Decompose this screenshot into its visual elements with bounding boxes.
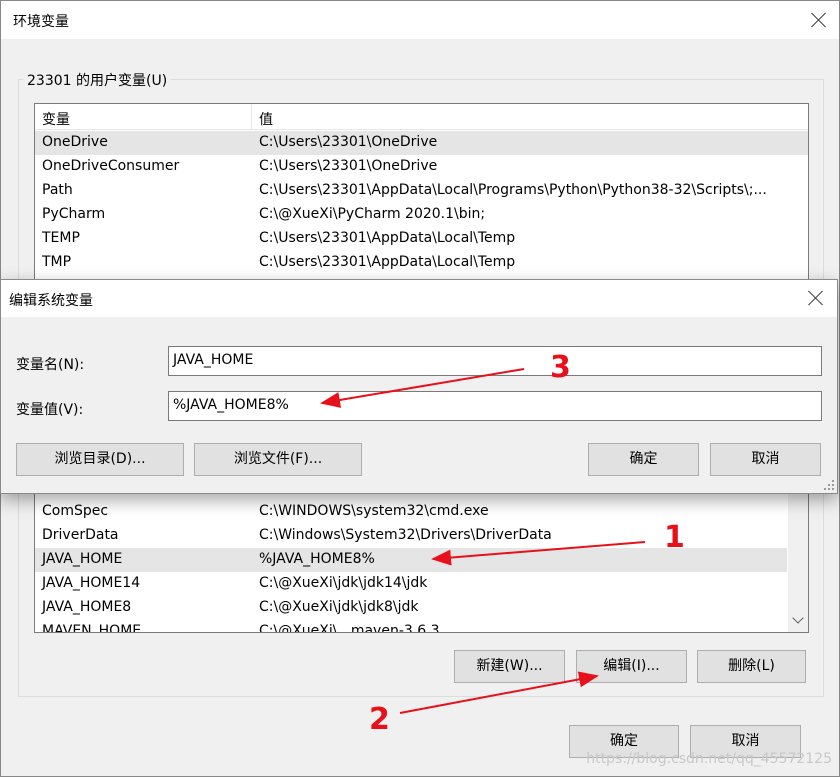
annotation-number-2: 2 [369,702,390,737]
row-name: DriverData [42,527,119,543]
edit-button[interactable]: 编辑(I)... [576,650,687,683]
row-value: C:\Windows\System32\Drivers\DriverData [259,527,552,543]
vertical-scrollbar[interactable] [788,472,808,632]
dialog-ok-button[interactable]: 确定 [588,443,699,476]
row-value: C:\@XueXi\PyCharm 2020.1\bin; [259,206,486,222]
table-row[interactable]: OneDrive C:\Users\23301\OneDrive [35,131,808,155]
row-value: C:\Users\23301\AppData\Local\Temp [259,230,516,246]
edit-system-variable-dialog: 编辑系统变量 变量名(N): JAVA_HOME 变量值(V): %JAVA_H… [0,279,838,494]
row-name: OneDrive [42,134,108,150]
annotation-number-1: 1 [664,520,685,555]
dialog-title-bar: 编辑系统变量 [1,280,837,317]
user-variables-label: 23301 的用户变量(U) [23,70,172,90]
table-row[interactable]: JAVA_HOME8 C:\@XueXi\jdk\jdk8\jdk [35,596,808,620]
table-row[interactable]: JAVA_HOME14 C:\@XueXi\jdk\jdk14\jdk [35,572,808,596]
resize-grip-icon[interactable] [823,479,835,491]
table-row[interactable]: MAVEN_HOME C:\@XueXi\...maven-3.6.3 [35,620,808,633]
column-header-variable[interactable]: 变量 [42,109,70,129]
browse-directory-button[interactable]: 浏览目录(D)... [16,443,184,476]
annotation-number-3: 3 [550,350,571,385]
system-variables-list[interactable]: ComSpec C:\WINDOWS\system32\cmd.exe Driv… [34,471,809,633]
window-title: 环境变量 [13,14,69,30]
dialog-title: 编辑系统变量 [9,293,93,309]
row-name: PyCharm [42,206,106,222]
table-row[interactable]: TMP C:\Users\23301\AppData\Local\Temp [35,251,808,275]
row-value: C:\WINDOWS\system32\cmd.exe [259,503,489,519]
title-bar: 环境变量 [1,1,839,39]
table-row[interactable]: OneDriveConsumer C:\Users\23301\OneDrive [35,155,808,179]
row-name: MAVEN_HOME [42,623,142,633]
row-value: C:\@XueXi\...maven-3.6.3 [259,623,440,633]
scroll-down-icon[interactable] [792,612,804,624]
row-name: TMP [42,254,72,270]
close-icon[interactable] [808,290,824,306]
browse-file-button[interactable]: 浏览文件(F)... [194,443,362,476]
row-value: %JAVA_HOME8% [259,551,375,567]
row-name: JAVA_HOME14 [42,575,141,591]
row-value: C:\@XueXi\jdk\jdk8\jdk [259,599,419,615]
row-name: OneDriveConsumer [42,158,180,174]
table-row[interactable]: ComSpec C:\WINDOWS\system32\cmd.exe [35,500,808,524]
table-row[interactable]: DriverData C:\Windows\System32\Drivers\D… [35,524,808,548]
new-button[interactable]: 新建(W)... [454,650,565,683]
row-value: C:\@XueXi\jdk\jdk14\jdk [259,575,428,591]
variable-name-input[interactable]: JAVA_HOME [168,346,822,376]
row-name: JAVA_HOME [42,551,123,567]
row-value: C:\Users\23301\AppData\Local\Temp [259,254,516,270]
row-name: JAVA_HOME8 [42,599,132,615]
variable-value-label: 变量值(V): [16,402,84,418]
table-row[interactable]: Path C:\Users\23301\AppData\Local\Progra… [35,179,808,203]
row-name: Path [42,182,73,198]
delete-button[interactable]: 删除(L) [697,650,806,683]
row-name: ComSpec [42,503,109,519]
row-value: C:\Users\23301\OneDrive [259,158,438,174]
column-separator [251,104,252,130]
row-value: C:\Users\23301\AppData\Local\Programs\Py… [259,182,767,198]
table-row[interactable]: PyCharm C:\@XueXi\PyCharm 2020.1\bin; [35,203,808,227]
list-header: 变量 值 [35,104,808,130]
user-variables-list[interactable]: 变量 值 OneDrive C:\Users\23301\OneDrive On… [34,103,809,283]
table-row[interactable]: TEMP C:\Users\23301\AppData\Local\Temp [35,227,808,251]
column-header-value[interactable]: 值 [259,109,273,129]
variable-name-label: 变量名(N): [16,357,85,373]
watermark: https://blog.csdn.net/qq_45572125 [586,751,832,767]
variable-value-input[interactable]: %JAVA_HOME8% [168,391,822,421]
row-name: TEMP [42,230,80,246]
dialog-cancel-button[interactable]: 取消 [710,443,821,476]
row-value: C:\Users\23301\OneDrive [259,134,438,150]
close-icon[interactable] [811,12,827,28]
